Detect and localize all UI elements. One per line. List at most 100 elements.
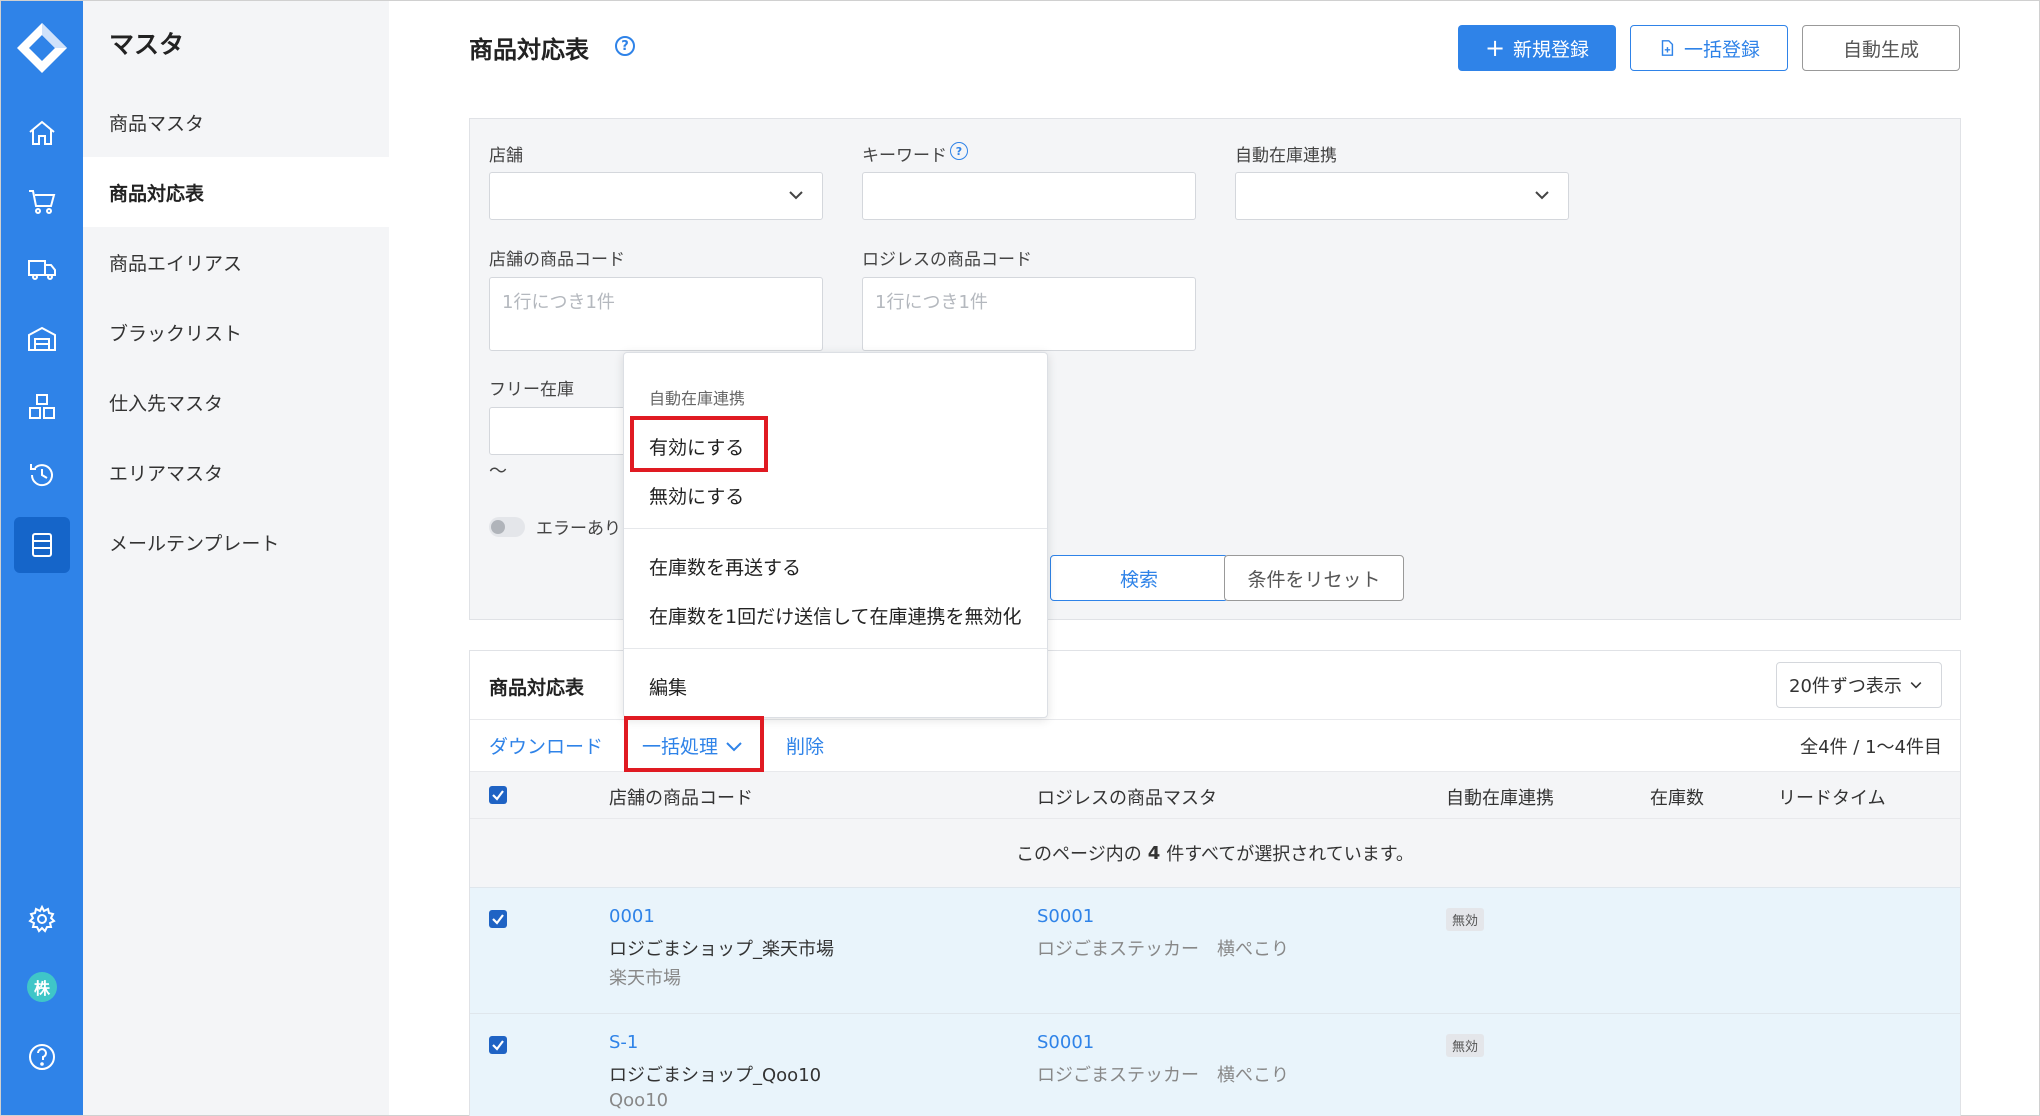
menu-item-resend[interactable]: 在庫数を再送する bbox=[649, 553, 801, 580]
search-label: 検索 bbox=[1119, 568, 1158, 591]
shop-code-textarea[interactable]: 1行につき1件 bbox=[489, 277, 823, 351]
error-toggle-label: エラーあり bbox=[536, 519, 621, 539]
reset-label: 条件をリセット bbox=[1247, 568, 1381, 591]
menu-item-edit[interactable]: 編集 bbox=[649, 673, 687, 700]
file-add-icon bbox=[1661, 40, 1674, 56]
sidebar-item-product-alias[interactable]: 商品エイリアス bbox=[83, 227, 389, 297]
col-lead-time: リードタイム bbox=[1778, 788, 1886, 809]
sidebar-item-supplier-master[interactable]: 仕入先マスタ bbox=[83, 367, 389, 437]
mall-name: 楽天市場 bbox=[609, 968, 681, 989]
col-logi-master: ロジレスの商品マスタ bbox=[1037, 788, 1217, 809]
avatar[interactable]: 株 bbox=[27, 972, 57, 1002]
selection-message-post: 件すべてが選択されています。 bbox=[1166, 844, 1414, 865]
status-badge: 無効 bbox=[1446, 908, 1485, 931]
sidebar-item-label: エリアマスタ bbox=[109, 462, 224, 485]
logi-code-textarea[interactable]: 1行につき1件 bbox=[862, 277, 1196, 351]
page-title: 商品対応表 bbox=[469, 36, 589, 64]
master-list-icon[interactable] bbox=[14, 517, 70, 573]
truck-icon[interactable] bbox=[14, 241, 70, 297]
table-row[interactable]: S-1 ロジごまショップ_Qoo10 Qoo10 S0001 ロジごまステッカー… bbox=[470, 1013, 1960, 1116]
history-icon[interactable] bbox=[14, 447, 70, 503]
free-stock-label: フリー在庫 bbox=[489, 380, 574, 400]
per-page-label: 20件ずつ表示 bbox=[1789, 676, 1902, 697]
range-separator: 〜 bbox=[489, 461, 507, 482]
selection-message: このページ内の 4 件すべてが選択されています。 bbox=[470, 819, 1960, 887]
plus-icon: + bbox=[1484, 34, 1506, 62]
bulk-register-button[interactable]: 一括登録 bbox=[1630, 25, 1788, 71]
shop-select[interactable] bbox=[489, 172, 823, 220]
master-code-link[interactable]: S0001 bbox=[1037, 906, 1094, 927]
mall-name: Qoo10 bbox=[609, 1090, 669, 1111]
check-icon bbox=[492, 914, 504, 925]
sidebar-item-mail-template[interactable]: メールテンプレート bbox=[83, 507, 389, 577]
error-toggle[interactable] bbox=[489, 517, 525, 537]
sidebar: マスタ 商品マスタ 商品対応表 商品エイリアス ブラックリスト 仕入先マスタ エ… bbox=[83, 1, 389, 1115]
chevron-down-icon bbox=[1910, 682, 1922, 689]
sidebar-item-area-master[interactable]: エリアマスタ bbox=[83, 437, 389, 507]
per-page-select[interactable]: 20件ずつ表示 bbox=[1776, 662, 1942, 708]
auto-stock-select[interactable] bbox=[1235, 172, 1569, 220]
shop-name: ロジごまショップ_楽天市場 bbox=[609, 939, 834, 960]
logo-icon[interactable] bbox=[15, 21, 69, 75]
keyword-label: キーワード bbox=[862, 146, 947, 166]
help-icon[interactable]: ? bbox=[615, 36, 635, 56]
master-name: ロジごまステッカー 横ぺこり bbox=[1037, 939, 1289, 960]
menu-item-disable[interactable]: 無効にする bbox=[649, 482, 744, 509]
col-stock: 在庫数 bbox=[1650, 788, 1704, 809]
chevron-down-icon bbox=[1535, 191, 1549, 200]
help-icon[interactable] bbox=[14, 1029, 70, 1085]
menu-item-send-once[interactable]: 在庫数を1回だけ送信して在庫連携を無効化 bbox=[649, 602, 1022, 629]
sidebar-item-product-mapping[interactable]: 商品対応表 bbox=[83, 157, 389, 227]
selection-count: 4 bbox=[1147, 842, 1161, 864]
auto-generate-button[interactable]: 自動生成 bbox=[1802, 25, 1960, 71]
cart-icon[interactable] bbox=[14, 173, 70, 229]
select-all-checkbox[interactable] bbox=[489, 786, 507, 804]
row-checkbox[interactable] bbox=[489, 910, 507, 928]
sidebar-item-label: 商品対応表 bbox=[109, 182, 205, 205]
shop-code-link[interactable]: S-1 bbox=[609, 1032, 638, 1053]
status-badge: 無効 bbox=[1446, 1034, 1485, 1057]
master-name: ロジごまステッカー 横ぺこり bbox=[1037, 1065, 1289, 1086]
boxes-icon[interactable] bbox=[14, 379, 70, 435]
new-register-label: 新規登録 bbox=[1513, 38, 1590, 61]
menu-divider bbox=[624, 528, 1047, 529]
col-auto-stock: 自動在庫連携 bbox=[1446, 788, 1554, 809]
keyword-help-icon[interactable]: ? bbox=[950, 142, 968, 160]
download-link[interactable]: ダウンロード bbox=[489, 732, 603, 759]
sidebar-item-label: 仕入先マスタ bbox=[109, 392, 224, 415]
sidebar-item-blacklist[interactable]: ブラックリスト bbox=[83, 297, 389, 367]
settings-icon[interactable] bbox=[14, 891, 70, 947]
bulk-action-menu: 自動在庫連携 有効にする 無効にする 在庫数を再送する 在庫数を1回だけ送信して… bbox=[623, 352, 1048, 718]
master-code-link[interactable]: S0001 bbox=[1037, 1032, 1094, 1053]
new-register-button[interactable]: + 新規登録 bbox=[1458, 25, 1616, 71]
result-count: 全4件 / 1〜4件目 bbox=[1800, 737, 1942, 758]
free-stock-min-input[interactable] bbox=[489, 407, 639, 455]
logi-code-label: ロジレスの商品コード bbox=[862, 250, 1032, 270]
sidebar-item-label: ブラックリスト bbox=[109, 322, 243, 345]
check-icon bbox=[492, 790, 504, 801]
menu-section-header: 自動在庫連携 bbox=[649, 389, 746, 408]
reset-button[interactable]: 条件をリセット bbox=[1224, 555, 1404, 601]
sidebar-item-label: 商品マスタ bbox=[109, 112, 205, 135]
row-checkbox[interactable] bbox=[489, 1036, 507, 1054]
chevron-down-icon bbox=[789, 191, 803, 200]
search-button[interactable]: 検索 bbox=[1050, 555, 1228, 601]
check-icon bbox=[492, 1040, 504, 1051]
table-row[interactable]: 0001 ロジごまショップ_楽天市場 楽天市場 S0001 ロジごまステッカー … bbox=[470, 887, 1960, 1013]
home-icon[interactable] bbox=[14, 105, 70, 161]
keyword-input[interactable] bbox=[862, 172, 1196, 220]
sidebar-title: マスタ bbox=[109, 30, 185, 59]
highlight-enable bbox=[630, 416, 768, 472]
menu-divider bbox=[624, 648, 1047, 649]
shop-code-label: 店舗の商品コード bbox=[489, 250, 625, 270]
highlight-bulk-action bbox=[624, 716, 764, 772]
sidebar-item-product-master[interactable]: 商品マスタ bbox=[83, 87, 389, 157]
sidebar-item-label: メールテンプレート bbox=[109, 532, 280, 555]
delete-link[interactable]: 削除 bbox=[786, 732, 824, 759]
warehouse-icon[interactable] bbox=[14, 311, 70, 367]
sidebar-item-label: 商品エイリアス bbox=[109, 252, 243, 275]
icon-rail: 株 bbox=[1, 1, 83, 1115]
bulk-register-label: 一括登録 bbox=[1683, 38, 1760, 61]
col-shop-code: 店舗の商品コード bbox=[609, 788, 753, 809]
shop-code-link[interactable]: 0001 bbox=[609, 906, 655, 927]
